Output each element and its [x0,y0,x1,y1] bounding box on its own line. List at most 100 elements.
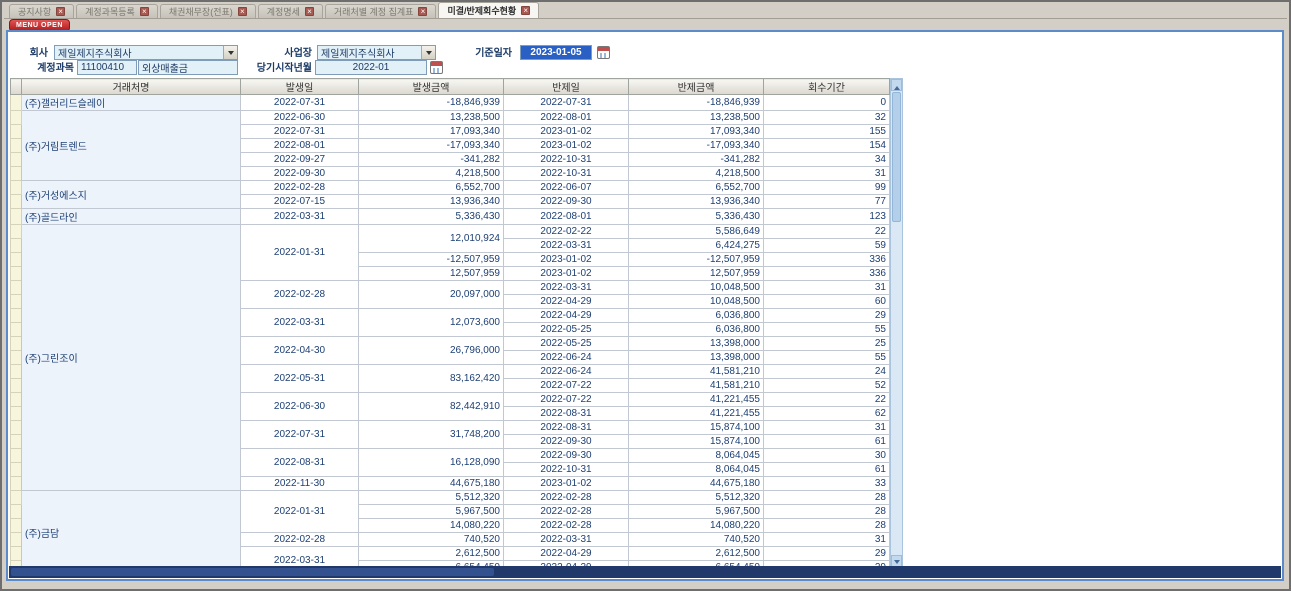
row-selector[interactable] [11,505,22,519]
grid-cell[interactable]: 2022-06-07 [504,181,629,195]
grid-cell[interactable]: 17,093,340 [629,125,764,139]
row-selector[interactable] [11,195,22,209]
row-selector[interactable] [11,421,22,435]
grid-cell[interactable]: 2022-02-28 [241,533,359,547]
grid-cell[interactable]: 12,507,959 [359,267,504,281]
grid-cell[interactable]: 5,336,430 [359,209,504,225]
row-selector[interactable] [11,125,22,139]
grid-cell[interactable]: 22 [764,393,890,407]
grid-cell[interactable]: 2023-01-02 [504,125,629,139]
grid-cell[interactable]: 20,097,000 [359,281,504,309]
grid-cell[interactable]: 13,936,340 [359,195,504,209]
grid-cell[interactable]: 2022-11-30 [241,477,359,491]
column-header[interactable]: 회수기간 [764,79,890,95]
grid-cell[interactable]: 2022-03-31 [504,533,629,547]
tab-2[interactable]: 계정과목등록× [76,4,158,18]
grid-cell[interactable]: 59 [764,239,890,253]
vendor-cell[interactable]: (주)거성에스지 [22,181,241,209]
grid-cell[interactable]: 13,398,000 [629,351,764,365]
grid-cell[interactable]: 2022-10-31 [504,167,629,181]
grid-cell[interactable]: 2022-09-30 [504,435,629,449]
calendar-icon[interactable] [597,46,610,59]
row-selector[interactable] [11,365,22,379]
account-code-input[interactable]: 11100410 [77,60,137,75]
tab-close-icon[interactable]: × [521,6,530,15]
grid-cell[interactable]: 5,967,500 [359,505,504,519]
grid-cell[interactable]: 2022-07-31 [241,125,359,139]
grid-cell[interactable]: 2022-10-31 [504,153,629,167]
row-selector[interactable] [11,547,22,561]
grid-cell[interactable]: 2022-08-01 [504,209,629,225]
grid-cell[interactable]: 2022-02-22 [504,225,629,239]
grid-cell[interactable]: 28 [764,505,890,519]
grid-cell[interactable]: 41,581,210 [629,379,764,393]
grid-cell[interactable]: 5,512,320 [629,491,764,505]
row-selector[interactable] [11,463,22,477]
account-name-input[interactable]: 외상매출금 [138,60,238,75]
vertical-scroll-thumb[interactable] [892,92,901,222]
grid-cell[interactable]: 336 [764,267,890,281]
grid-cell[interactable]: 14,080,220 [629,519,764,533]
grid-cell[interactable]: 30 [764,449,890,463]
tab-close-icon[interactable]: × [140,7,149,16]
grid-cell[interactable]: 2022-09-30 [241,167,359,181]
grid-cell[interactable]: 2022-03-31 [504,239,629,253]
start-month-input[interactable]: 2022-01 [315,60,427,75]
vendor-cell[interactable]: (주)골드라인 [22,209,241,225]
site-select[interactable]: 제일제지주식회사 [317,45,436,60]
tab-6[interactable]: 미결/반제회수현황× [438,2,539,18]
grid-cell[interactable]: -341,282 [629,153,764,167]
grid-cell[interactable]: 13,238,500 [629,111,764,125]
grid-cell[interactable]: 5,512,320 [359,491,504,505]
row-selector[interactable] [11,435,22,449]
tab-close-icon[interactable]: × [305,7,314,16]
grid-cell[interactable]: 61 [764,435,890,449]
grid-cell[interactable]: 2022-08-31 [504,421,629,435]
tab-close-icon[interactable]: × [56,7,65,16]
grid-cell[interactable]: 2022-03-31 [241,309,359,337]
grid-cell[interactable]: 2022-09-30 [504,449,629,463]
row-selector[interactable] [11,393,22,407]
grid-cell[interactable]: 6,552,700 [629,181,764,195]
grid-cell[interactable]: 2022-03-31 [241,209,359,225]
grid-cell[interactable]: 31,748,200 [359,421,504,449]
row-selector[interactable] [11,167,22,181]
grid-cell[interactable]: 62 [764,407,890,421]
grid-cell[interactable]: 2022-05-31 [241,365,359,393]
grid-cell[interactable]: 6,036,800 [629,323,764,337]
row-selector[interactable] [11,309,22,323]
grid-cell[interactable]: 41,581,210 [629,365,764,379]
grid-cell[interactable]: 77 [764,195,890,209]
grid-cell[interactable]: -17,093,340 [359,139,504,153]
row-selector[interactable] [11,95,22,111]
vendor-cell[interactable]: (주)갤러리드슬레이 [22,95,241,111]
grid-cell[interactable]: -18,846,939 [359,95,504,111]
grid-cell[interactable]: 44,675,180 [629,477,764,491]
row-selector[interactable] [11,533,22,547]
grid-cell[interactable]: 155 [764,125,890,139]
grid-cell[interactable]: 2022-08-31 [241,449,359,477]
grid-cell[interactable]: 2022-06-30 [241,111,359,125]
grid-cell[interactable]: 2022-08-01 [241,139,359,153]
grid-cell[interactable]: 29 [764,309,890,323]
row-selector-header[interactable] [11,79,22,95]
grid-cell[interactable]: 13,398,000 [629,337,764,351]
grid-cell[interactable]: 61 [764,463,890,477]
grid-cell[interactable]: 41,221,455 [629,407,764,421]
vendor-cell[interactable]: (주)거림트렌드 [22,111,241,181]
grid-cell[interactable]: 25 [764,337,890,351]
grid-cell[interactable]: 2023-01-02 [504,267,629,281]
grid-cell[interactable]: 2022-02-28 [504,519,629,533]
grid-cell[interactable]: -17,093,340 [629,139,764,153]
grid-cell[interactable]: 15,874,100 [629,435,764,449]
base-date-input[interactable]: 2023-01-05 [520,45,592,60]
grid-cell[interactable]: 44,675,180 [359,477,504,491]
grid-cell[interactable]: 29 [764,547,890,561]
calendar-icon[interactable] [430,61,443,74]
grid-cell[interactable]: 32 [764,111,890,125]
grid-cell[interactable]: 2022-07-31 [504,95,629,111]
grid-cell[interactable]: 33 [764,477,890,491]
row-selector[interactable] [11,281,22,295]
grid-cell[interactable]: 28 [764,491,890,505]
row-selector[interactable] [11,519,22,533]
